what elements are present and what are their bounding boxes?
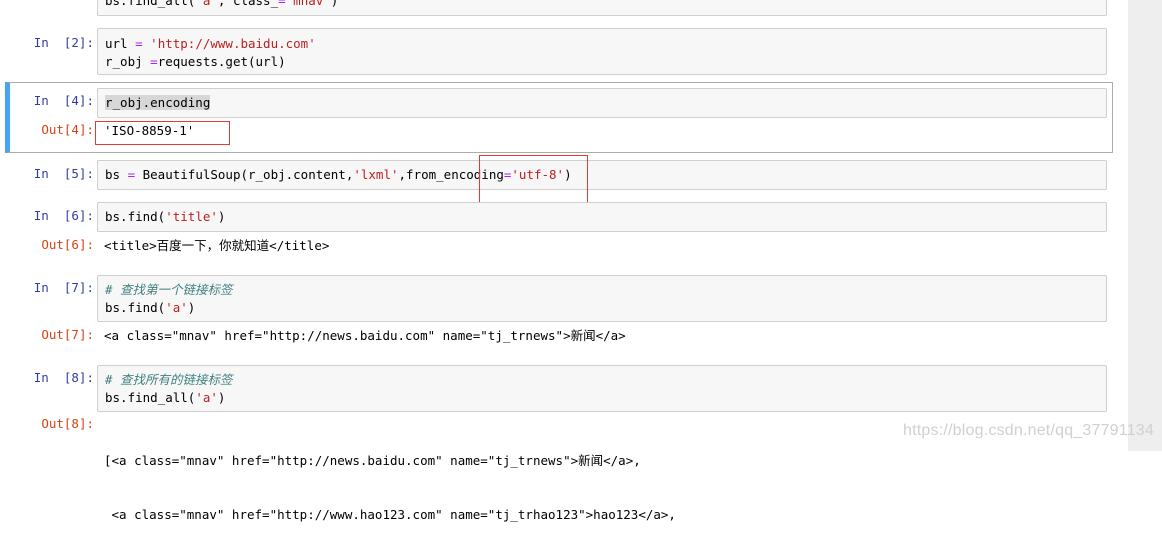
- input-prompt: In [2]:: [33, 35, 94, 50]
- input-prompt: In [8]:: [33, 370, 94, 385]
- output-prompt: Out[4]:: [41, 122, 94, 137]
- input-prompt: In [6]:: [33, 208, 94, 223]
- code-cell-input[interactable]: r_obj.encoding: [97, 88, 1107, 118]
- code-line: bs.find_all('a', class_='mnav'): [105, 0, 339, 8]
- code-comment: # 查找第一个链接标签: [105, 282, 233, 297]
- output-prompt: Out[7]:: [41, 327, 94, 342]
- code-cell-input[interactable]: bs.find_all('a', class_='mnav'): [97, 0, 1107, 16]
- code-line: bs = BeautifulSoup(r_obj.content,'lxml',…: [105, 167, 572, 182]
- cell-output: [<a class="mnav" href="http://news.baidu…: [104, 416, 676, 560]
- cell-output: <title>百度一下，你就知道</title>: [104, 238, 330, 253]
- code-line: bs.find('a'): [105, 300, 196, 315]
- watermark: https://blog.csdn.net/qq_37791134: [903, 422, 1154, 439]
- output-line: <a class="mnav" href="http://www.hao123.…: [104, 507, 676, 522]
- output-prompt: Out[8]:: [41, 416, 94, 431]
- code-cell-input[interactable]: bs.find('title'): [97, 202, 1107, 232]
- highlight-box-output: [95, 121, 230, 145]
- code-line: r_obj =requests.get(url): [105, 54, 286, 69]
- code-comment: # 查找所有的链接标签: [105, 372, 233, 387]
- input-prompt: In [7]:: [33, 280, 94, 295]
- input-prompt: In [4]:: [33, 93, 94, 108]
- code-cell-input[interactable]: # 查找第一个链接标签 bs.find('a'): [97, 275, 1107, 322]
- code-cell-input[interactable]: url = 'http://www.baidu.com' r_obj =requ…: [97, 28, 1107, 75]
- output-prompt: Out[6]:: [41, 237, 94, 252]
- code-cell-input[interactable]: bs = BeautifulSoup(r_obj.content,'lxml',…: [97, 160, 1107, 190]
- vertical-scrollbar[interactable]: [1128, 0, 1162, 451]
- input-prompt: In [5]:: [33, 166, 94, 181]
- cell-output: <a class="mnav" href="http://news.baidu.…: [104, 328, 626, 343]
- code-text: r_obj.encoding: [105, 95, 211, 110]
- highlight-box-encoding: [479, 155, 588, 207]
- code-line: bs.find_all('a'): [105, 390, 226, 405]
- code-line: r_obj.encoding: [105, 94, 1106, 112]
- output-line: [<a class="mnav" href="http://news.baidu…: [104, 453, 641, 468]
- code-line: bs.find('title'): [105, 209, 226, 224]
- code-cell-input[interactable]: # 查找所有的链接标签 bs.find_all('a'): [97, 365, 1107, 412]
- code-line: url = 'http://www.baidu.com': [105, 36, 316, 51]
